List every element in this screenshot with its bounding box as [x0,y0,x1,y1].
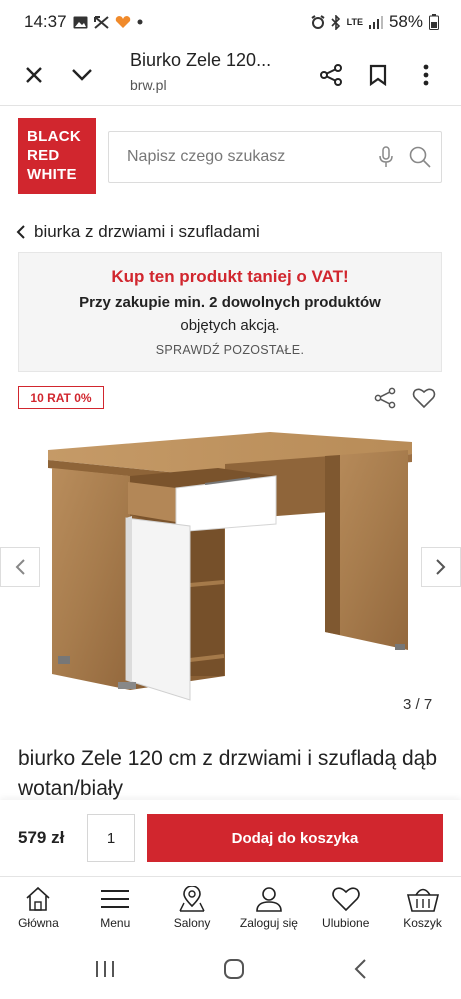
gallery-icon [73,16,88,29]
promo-condition: Przy zakupie min. 2 dowolnych produktów [79,294,381,311]
back-system-button[interactable] [353,958,367,985]
quantity-input[interactable]: 1 [87,814,135,862]
nav-menu[interactable]: Menu [77,877,154,944]
nav-favorites-label: Ulubione [322,916,370,930]
gallery-counter: 3 / 7 [403,696,433,713]
nav-menu-label: Menu [100,916,131,930]
home-system-button[interactable] [223,958,245,985]
product-gallery[interactable] [0,420,461,720]
heart-icon [331,887,360,912]
status-time: 14:37 [24,12,67,31]
menu-icon [101,890,130,908]
recent-apps-icon [95,961,114,977]
search-icon [409,146,431,168]
home-circle-icon [224,959,245,979]
nav-cart[interactable]: Koszyk [384,877,461,944]
microphone-icon [379,146,393,167]
back-icon [354,959,366,979]
signal-icon [368,15,383,29]
bookmark-button[interactable] [358,55,398,95]
nav-favorites[interactable]: Ulubione [307,877,384,944]
brand-logo[interactable]: BLACK RED WHITE [18,118,96,194]
product-title: biurko Zele 120 cm z drzwiami i szufladą… [18,747,438,800]
installments-badge: 10 RAT 0% [18,386,104,409]
gallery-next-button[interactable] [421,547,461,587]
promo-headline: Kup ten produkt taniej o VAT! [111,267,349,286]
vat-promo-banner: Kup ten produkt taniej o VAT! Przy zakup… [18,252,442,372]
heart-icon [412,388,436,409]
chevron-left-icon [15,559,25,575]
system-navigation [0,944,461,999]
close-tab-button[interactable] [14,55,54,95]
nav-stores-label: Salony [173,916,211,930]
nav-cart-label: Koszyk [403,916,442,930]
promo-condition-cont: objętych akcją. [180,317,280,334]
gallery-prev-button[interactable] [0,547,40,587]
app-notification-icon [115,15,131,29]
status-bar: 14:37 LTE 58% [0,0,461,44]
browser-url: brw.pl [130,77,167,93]
status-right: LTE 58% [311,12,439,32]
nav-stores[interactable]: Salony [154,877,231,944]
nav-home-label: Główna [18,916,59,930]
alarm-icon [311,15,325,29]
breadcrumb-link[interactable]: biurka z drzwiami i szufladami [34,222,260,242]
search-input[interactable]: Napisz czego szukasz [127,148,369,166]
search-box[interactable]: Napisz czego szukasz [108,131,442,183]
status-left: 14:37 [24,12,143,32]
bottom-navigation: Główna Menu Salony Zaloguj się Ulubione … [0,876,461,944]
more-options-button[interactable] [406,55,446,95]
product-image [48,432,412,701]
logo-line-3: WHITE [27,166,77,183]
logo-line-2: RED [27,147,60,164]
product-price: 579 zł [18,828,65,847]
dot-icon [137,19,143,25]
location-icon [179,886,205,912]
browser-page-title: Biurko Zele 120... [130,50,272,70]
browser-toolbar: Biurko Zele 120... brw.pl [0,44,461,106]
search-button[interactable] [403,146,437,168]
chevron-left-icon [16,225,25,239]
nav-login-label: Zaloguj się [239,916,298,930]
share-icon [320,64,342,86]
chevron-down-icon [72,69,92,81]
logo-line-1: BLACK [27,128,81,145]
promo-more-link[interactable]: SPRAWDŹ POZOSTAŁE. [19,343,441,357]
close-icon [26,67,42,83]
voice-search-button[interactable] [369,146,403,168]
bookmark-icon [369,64,387,86]
recent-apps-button[interactable] [94,959,116,984]
add-to-cart-button[interactable]: Dodaj do koszyka [147,814,443,862]
breadcrumb[interactable]: biurka z drzwiami i szufladami [16,222,260,242]
network-type: LTE [346,17,363,27]
share-icon [374,387,396,409]
home-icon [26,886,50,911]
missed-call-icon [93,15,109,29]
add-to-favorites-button[interactable] [410,384,438,412]
collapse-button[interactable] [62,55,102,95]
battery-icon [429,14,439,30]
basket-icon [406,888,439,912]
chevron-right-icon [436,559,446,575]
nav-home[interactable]: Główna [0,877,77,944]
battery-level: 58% [388,12,423,31]
nav-login[interactable]: Zaloguj się [230,877,307,944]
product-share-button[interactable] [371,384,399,412]
browser-title-area[interactable]: Biurko Zele 120... brw.pl [130,50,271,93]
share-button[interactable] [311,55,351,95]
more-vertical-icon [423,64,429,86]
bluetooth-icon [331,14,341,30]
user-icon [256,887,282,912]
